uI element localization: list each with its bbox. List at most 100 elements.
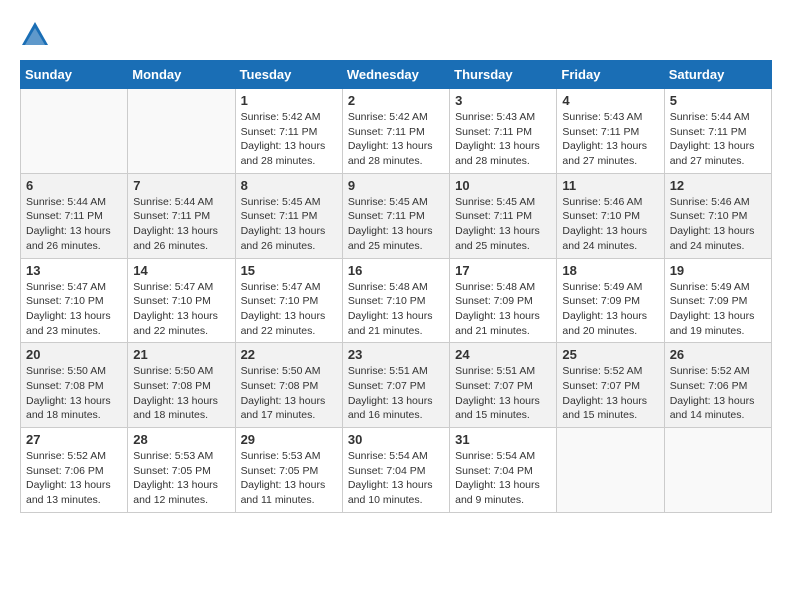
calendar-week-row: 20 Sunrise: 5:50 AM Sunset: 7:08 PM Dayli… bbox=[21, 343, 772, 428]
day-info: Sunrise: 5:43 AM Sunset: 7:11 PM Dayligh… bbox=[562, 110, 658, 169]
calendar-cell: 29Sunrise: 5:53 AM Sunset: 7:05 PM Dayli… bbox=[235, 428, 342, 513]
calendar-cell: 12 Sunrise: 5:46 AM Sunset: 7:10 PM Dayli… bbox=[664, 173, 771, 258]
day-number: 9 bbox=[348, 178, 444, 193]
day-number: 20 bbox=[26, 347, 122, 362]
day-number: 7 bbox=[133, 178, 229, 193]
weekday-header-row: SundayMondayTuesdayWednesdayThursdayFrid… bbox=[21, 61, 772, 89]
weekday-header: Friday bbox=[557, 61, 664, 89]
calendar-cell: 22 Sunrise: 5:50 AM Sunset: 7:08 PM Dayli… bbox=[235, 343, 342, 428]
calendar-cell: 17Sunrise: 5:48 AM Sunset: 7:09 PM Dayli… bbox=[450, 258, 557, 343]
calendar-cell: 8 Sunrise: 5:45 AM Sunset: 7:11 PM Daylig… bbox=[235, 173, 342, 258]
day-info: Sunrise: 5:42 AM Sunset: 7:11 PM Dayligh… bbox=[241, 110, 337, 169]
day-info: Sunrise: 5:51 AM Sunset: 7:07 PM Dayligh… bbox=[455, 364, 551, 423]
calendar-cell: 9 Sunrise: 5:45 AM Sunset: 7:11 PM Daylig… bbox=[342, 173, 449, 258]
calendar-cell: 23 Sunrise: 5:51 AM Sunset: 7:07 PM Dayli… bbox=[342, 343, 449, 428]
day-info: Sunrise: 5:53 AM Sunset: 7:05 PM Dayligh… bbox=[133, 449, 229, 508]
calendar-week-row: 27 Sunrise: 5:52 AM Sunset: 7:06 PM Dayli… bbox=[21, 428, 772, 513]
day-info: Sunrise: 5:42 AM Sunset: 7:11 PM Dayligh… bbox=[348, 110, 444, 169]
calendar-cell: 27 Sunrise: 5:52 AM Sunset: 7:06 PM Dayli… bbox=[21, 428, 128, 513]
calendar-cell: 3 Sunrise: 5:43 AM Sunset: 7:11 PM Daylig… bbox=[450, 89, 557, 174]
page-header bbox=[20, 20, 772, 50]
day-number: 21 bbox=[133, 347, 229, 362]
day-number: 27 bbox=[26, 432, 122, 447]
day-number: 3 bbox=[455, 93, 551, 108]
day-number: 10 bbox=[455, 178, 551, 193]
calendar-cell: 1 Sunrise: 5:42 AM Sunset: 7:11 PM Daylig… bbox=[235, 89, 342, 174]
day-number: 18 bbox=[562, 263, 658, 278]
day-number: 29 bbox=[241, 432, 337, 447]
calendar-cell: 16Sunrise: 5:48 AM Sunset: 7:10 PM Dayli… bbox=[342, 258, 449, 343]
day-info: Sunrise: 5:52 AM Sunset: 7:06 PM Dayligh… bbox=[26, 449, 122, 508]
calendar-cell: 31 Sunrise: 5:54 AM Sunset: 7:04 PM Dayli… bbox=[450, 428, 557, 513]
calendar-cell: 15Sunrise: 5:47 AM Sunset: 7:10 PM Dayli… bbox=[235, 258, 342, 343]
weekday-header: Sunday bbox=[21, 61, 128, 89]
day-number: 30 bbox=[348, 432, 444, 447]
calendar-table: SundayMondayTuesdayWednesdayThursdayFrid… bbox=[20, 60, 772, 513]
day-info: Sunrise: 5:47 AM Sunset: 7:10 PM Dayligh… bbox=[26, 280, 122, 339]
calendar-cell: 25Sunrise: 5:52 AM Sunset: 7:07 PM Dayli… bbox=[557, 343, 664, 428]
calendar-cell bbox=[21, 89, 128, 174]
day-info: Sunrise: 5:46 AM Sunset: 7:10 PM Dayligh… bbox=[670, 195, 766, 254]
calendar-cell bbox=[128, 89, 235, 174]
day-info: Sunrise: 5:50 AM Sunset: 7:08 PM Dayligh… bbox=[26, 364, 122, 423]
day-info: Sunrise: 5:49 AM Sunset: 7:09 PM Dayligh… bbox=[562, 280, 658, 339]
calendar-cell: 5 Sunrise: 5:44 AM Sunset: 7:11 PM Daylig… bbox=[664, 89, 771, 174]
day-info: Sunrise: 5:52 AM Sunset: 7:06 PM Dayligh… bbox=[670, 364, 766, 423]
calendar-cell: 11Sunrise: 5:46 AM Sunset: 7:10 PM Dayli… bbox=[557, 173, 664, 258]
day-info: Sunrise: 5:54 AM Sunset: 7:04 PM Dayligh… bbox=[348, 449, 444, 508]
day-number: 2 bbox=[348, 93, 444, 108]
day-number: 14 bbox=[133, 263, 229, 278]
calendar-cell bbox=[664, 428, 771, 513]
day-number: 28 bbox=[133, 432, 229, 447]
day-info: Sunrise: 5:54 AM Sunset: 7:04 PM Dayligh… bbox=[455, 449, 551, 508]
day-info: Sunrise: 5:43 AM Sunset: 7:11 PM Dayligh… bbox=[455, 110, 551, 169]
day-number: 6 bbox=[26, 178, 122, 193]
weekday-header: Thursday bbox=[450, 61, 557, 89]
logo-icon bbox=[20, 20, 50, 50]
day-info: Sunrise: 5:44 AM Sunset: 7:11 PM Dayligh… bbox=[670, 110, 766, 169]
day-number: 12 bbox=[670, 178, 766, 193]
calendar-cell bbox=[557, 428, 664, 513]
calendar-cell: 10 Sunrise: 5:45 AM Sunset: 7:11 PM Dayli… bbox=[450, 173, 557, 258]
calendar-cell: 2 Sunrise: 5:42 AM Sunset: 7:11 PM Daylig… bbox=[342, 89, 449, 174]
weekday-header: Wednesday bbox=[342, 61, 449, 89]
day-info: Sunrise: 5:44 AM Sunset: 7:11 PM Dayligh… bbox=[26, 195, 122, 254]
day-number: 25 bbox=[562, 347, 658, 362]
weekday-header: Saturday bbox=[664, 61, 771, 89]
calendar-week-row: 6 Sunrise: 5:44 AM Sunset: 7:11 PM Daylig… bbox=[21, 173, 772, 258]
day-info: Sunrise: 5:48 AM Sunset: 7:10 PM Dayligh… bbox=[348, 280, 444, 339]
day-number: 5 bbox=[670, 93, 766, 108]
calendar-cell: 26 Sunrise: 5:52 AM Sunset: 7:06 PM Dayli… bbox=[664, 343, 771, 428]
calendar-cell: 21 Sunrise: 5:50 AM Sunset: 7:08 PM Dayli… bbox=[128, 343, 235, 428]
calendar-week-row: 13 Sunrise: 5:47 AM Sunset: 7:10 PM Dayli… bbox=[21, 258, 772, 343]
day-info: Sunrise: 5:49 AM Sunset: 7:09 PM Dayligh… bbox=[670, 280, 766, 339]
calendar-cell: 4 Sunrise: 5:43 AM Sunset: 7:11 PM Daylig… bbox=[557, 89, 664, 174]
day-info: Sunrise: 5:45 AM Sunset: 7:11 PM Dayligh… bbox=[241, 195, 337, 254]
calendar-cell: 13 Sunrise: 5:47 AM Sunset: 7:10 PM Dayli… bbox=[21, 258, 128, 343]
day-number: 26 bbox=[670, 347, 766, 362]
calendar-cell: 6 Sunrise: 5:44 AM Sunset: 7:11 PM Daylig… bbox=[21, 173, 128, 258]
day-number: 13 bbox=[26, 263, 122, 278]
day-info: Sunrise: 5:45 AM Sunset: 7:11 PM Dayligh… bbox=[455, 195, 551, 254]
day-number: 24 bbox=[455, 347, 551, 362]
day-info: Sunrise: 5:46 AM Sunset: 7:10 PM Dayligh… bbox=[562, 195, 658, 254]
calendar-cell: 20 Sunrise: 5:50 AM Sunset: 7:08 PM Dayli… bbox=[21, 343, 128, 428]
calendar-cell: 24 Sunrise: 5:51 AM Sunset: 7:07 PM Dayli… bbox=[450, 343, 557, 428]
day-info: Sunrise: 5:47 AM Sunset: 7:10 PM Dayligh… bbox=[133, 280, 229, 339]
day-number: 4 bbox=[562, 93, 658, 108]
day-number: 19 bbox=[670, 263, 766, 278]
day-number: 22 bbox=[241, 347, 337, 362]
day-number: 8 bbox=[241, 178, 337, 193]
day-info: Sunrise: 5:45 AM Sunset: 7:11 PM Dayligh… bbox=[348, 195, 444, 254]
day-number: 31 bbox=[455, 432, 551, 447]
day-info: Sunrise: 5:44 AM Sunset: 7:11 PM Dayligh… bbox=[133, 195, 229, 254]
day-number: 17 bbox=[455, 263, 551, 278]
day-number: 1 bbox=[241, 93, 337, 108]
day-number: 23 bbox=[348, 347, 444, 362]
calendar-cell: 7 Sunrise: 5:44 AM Sunset: 7:11 PM Daylig… bbox=[128, 173, 235, 258]
day-info: Sunrise: 5:51 AM Sunset: 7:07 PM Dayligh… bbox=[348, 364, 444, 423]
logo bbox=[20, 20, 54, 50]
day-info: Sunrise: 5:50 AM Sunset: 7:08 PM Dayligh… bbox=[133, 364, 229, 423]
day-info: Sunrise: 5:50 AM Sunset: 7:08 PM Dayligh… bbox=[241, 364, 337, 423]
weekday-header: Tuesday bbox=[235, 61, 342, 89]
